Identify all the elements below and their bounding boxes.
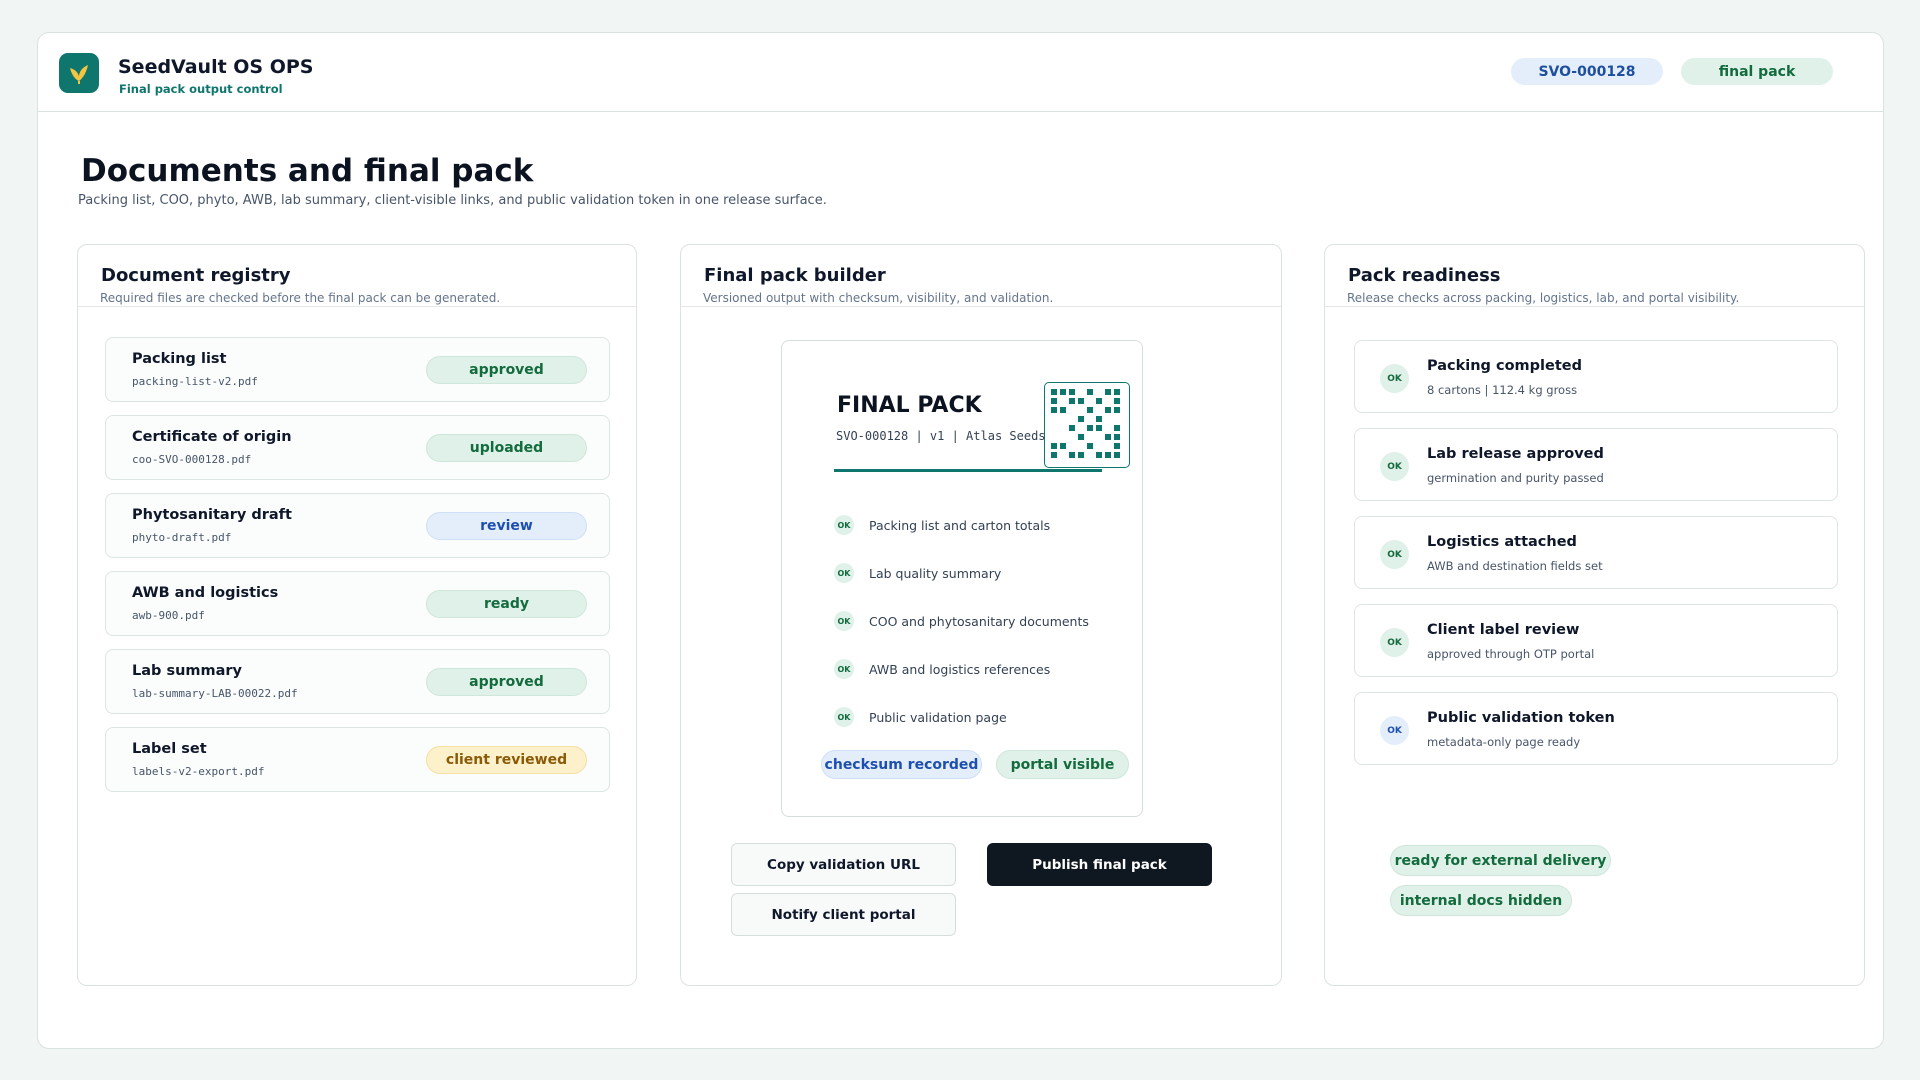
order-id-badge[interactable]: SVO-000128	[1511, 58, 1663, 85]
readiness-detail: germination and purity passed	[1427, 471, 1604, 485]
status-badge: uploaded	[426, 434, 587, 462]
pack-check-item: OK Lab quality summary	[834, 563, 1001, 583]
document-row-lab-summary[interactable]: Lab summary lab-summary-LAB-00022.pdf ap…	[105, 649, 610, 714]
check-ok-icon: OK	[834, 659, 854, 679]
document-row-awb-logistics[interactable]: AWB and logistics awb-900.pdf ready	[105, 571, 610, 636]
notify-client-portal-button[interactable]: Notify client portal	[731, 893, 956, 936]
internal-docs-state-badge: internal docs hidden	[1390, 885, 1572, 916]
pack-divider	[834, 469, 1102, 472]
panel-title: Pack readiness	[1348, 265, 1501, 286]
panel-subtitle: Required files are checked before the fi…	[100, 291, 501, 305]
check-ok-icon: OK	[1380, 364, 1409, 393]
app-window: SeedVault OS OPS Final pack output contr…	[37, 32, 1884, 1049]
document-row-certificate-of-origin[interactable]: Certificate of origin coo-SVO-000128.pdf…	[105, 415, 610, 480]
check-label: COO and phytosanitary documents	[869, 613, 1089, 629]
document-file: packing-list-v2.pdf	[132, 375, 258, 388]
pack-title: FINAL PACK	[837, 393, 982, 418]
page-subtitle: Packing list, COO, phyto, AWB, lab summa…	[78, 193, 827, 208]
document-row-phytosanitary-draft[interactable]: Phytosanitary draft phyto-draft.pdf revi…	[105, 493, 610, 558]
check-ok-icon: OK	[834, 563, 854, 583]
check-ok-icon: OK	[1380, 452, 1409, 481]
readiness-detail: AWB and destination fields set	[1427, 559, 1603, 573]
check-ok-icon: OK	[834, 515, 854, 535]
qr-code-icon	[1044, 382, 1130, 468]
status-badge: client reviewed	[426, 746, 587, 774]
stage-badge[interactable]: final pack	[1681, 58, 1833, 85]
check-ok-icon: OK	[834, 707, 854, 727]
document-name: Label set	[132, 741, 207, 757]
copy-validation-url-button[interactable]: Copy validation URL	[731, 843, 956, 886]
document-file: awb-900.pdf	[132, 609, 205, 622]
document-file: phyto-draft.pdf	[132, 531, 232, 544]
panel-title: Final pack builder	[704, 265, 886, 286]
panel-header: Final pack builder Versioned output with…	[681, 245, 1281, 307]
visibility-badge: portal visible	[996, 750, 1129, 779]
status-badge: approved	[426, 356, 587, 384]
pack-check-item: OK AWB and logistics references	[834, 659, 1050, 679]
readiness-detail: approved through OTP portal	[1427, 647, 1595, 661]
delivery-state-badge: ready for external delivery	[1390, 845, 1611, 876]
document-name: AWB and logistics	[132, 585, 279, 601]
app-subtitle: Final pack output control	[119, 82, 283, 96]
checksum-badge: checksum recorded	[821, 750, 982, 779]
readiness-detail: 8 cartons | 112.4 kg gross	[1427, 383, 1578, 397]
leaf-icon	[59, 53, 99, 93]
document-file: labels-v2-export.pdf	[132, 765, 265, 778]
pack-readiness-panel: Pack readiness Release checks across pac…	[1324, 244, 1865, 986]
readiness-item-logistics: OK Logistics attached AWB and destinatio…	[1354, 516, 1838, 589]
check-ok-icon: OK	[834, 611, 854, 631]
readiness-item-packing: OK Packing completed 8 cartons | 112.4 k…	[1354, 340, 1838, 413]
panel-header: Pack readiness Release checks across pac…	[1325, 245, 1864, 307]
document-name: Phytosanitary draft	[132, 507, 292, 523]
document-file: lab-summary-LAB-00022.pdf	[132, 687, 298, 700]
panel-header: Document registry Required files are che…	[78, 245, 636, 307]
document-registry-panel: Document registry Required files are che…	[77, 244, 637, 986]
readiness-item-validation-token: OK Public validation token metadata-only…	[1354, 692, 1838, 765]
status-badge: approved	[426, 668, 587, 696]
check-ok-icon: OK	[1380, 628, 1409, 657]
top-bar: SeedVault OS OPS Final pack output contr…	[38, 33, 1883, 112]
document-name: Lab summary	[132, 663, 243, 679]
readiness-item-client-label: OK Client label review approved through …	[1354, 604, 1838, 677]
panel-subtitle: Versioned output with checksum, visibili…	[703, 291, 1054, 305]
page-title: Documents and final pack	[81, 153, 534, 189]
check-label: AWB and logistics references	[869, 661, 1051, 677]
pack-check-item: OK Public validation page	[834, 707, 1007, 727]
pack-check-item: OK COO and phytosanitary documents	[834, 611, 1089, 631]
status-badge: ready	[426, 590, 587, 618]
readiness-title: Packing completed	[1427, 358, 1582, 374]
document-row-label-set[interactable]: Label set labels-v2-export.pdf client re…	[105, 727, 610, 792]
pack-meta: SVO-000128 | v1 | Atlas Seeds	[836, 429, 1046, 443]
panel-title: Document registry	[101, 265, 291, 286]
app-title: SeedVault OS OPS	[118, 56, 314, 78]
check-label: Public validation page	[869, 709, 1007, 725]
pack-check-item: OK Packing list and carton totals	[834, 515, 1050, 535]
publish-final-pack-button[interactable]: Publish final pack	[987, 843, 1212, 886]
final-pack-preview: FINAL PACK SVO-000128 | v1 | Atlas Seeds	[781, 340, 1143, 817]
readiness-detail: metadata-only page ready	[1427, 735, 1581, 749]
readiness-title: Lab release approved	[1427, 446, 1604, 462]
check-ok-icon: OK	[1380, 716, 1409, 745]
check-label: Lab quality summary	[869, 565, 1002, 581]
final-pack-builder-panel: Final pack builder Versioned output with…	[680, 244, 1282, 986]
readiness-title: Logistics attached	[1427, 534, 1577, 550]
status-badge: review	[426, 512, 587, 540]
readiness-item-lab: OK Lab release approved germination and …	[1354, 428, 1838, 501]
document-name: Certificate of origin	[132, 429, 292, 445]
document-row-packing-list[interactable]: Packing list packing-list-v2.pdf approve…	[105, 337, 610, 402]
readiness-title: Client label review	[1427, 622, 1580, 638]
check-label: Packing list and carton totals	[869, 517, 1051, 533]
check-ok-icon: OK	[1380, 540, 1409, 569]
readiness-title: Public validation token	[1427, 710, 1615, 726]
document-name: Packing list	[132, 351, 227, 367]
panel-subtitle: Release checks across packing, logistics…	[1347, 291, 1740, 305]
document-file: coo-SVO-000128.pdf	[132, 453, 252, 466]
